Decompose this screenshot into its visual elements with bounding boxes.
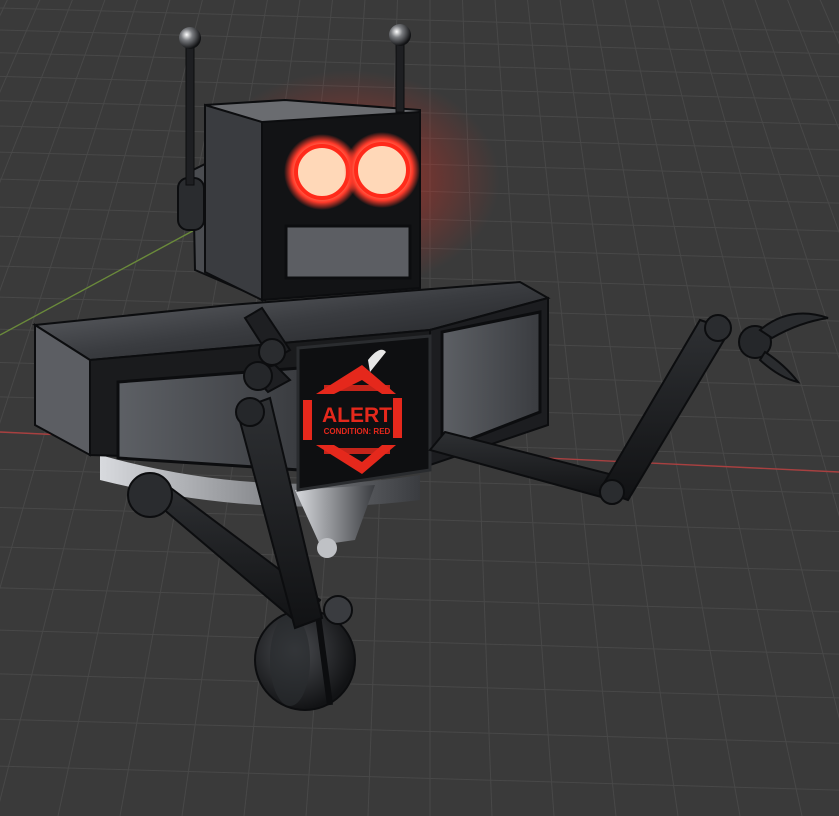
3d-viewport: ALERT CONDITION: RED [0, 0, 839, 816]
screen-condition-text: CONDITION: RED [324, 427, 391, 436]
robot-render: ALERT CONDITION: RED [0, 0, 839, 816]
screen-alert-text: ALERT [322, 404, 392, 427]
chest-screen-icon: ALERT CONDITION: RED [296, 334, 432, 492]
